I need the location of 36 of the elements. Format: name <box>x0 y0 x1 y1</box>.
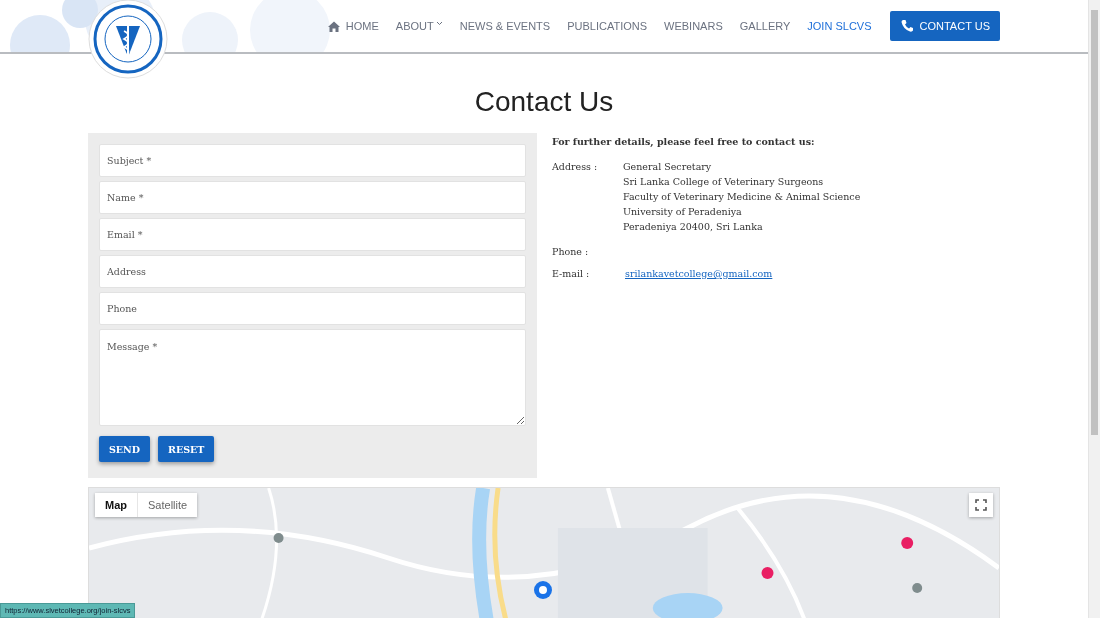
nav-link[interactable]: NEWS & EVENTS <box>459 20 551 32</box>
input-field[interactable]: Address <box>99 255 526 288</box>
fullscreen-button[interactable] <box>969 493 993 517</box>
map-type-tab[interactable]: Satellite <box>137 493 198 517</box>
scrollbar-thumb[interactable] <box>1091 10 1098 435</box>
page-title: Contact Us <box>473 86 615 118</box>
input-field[interactable]: Name * <box>99 181 526 214</box>
field-label: Address : <box>552 161 599 174</box>
address-line: Sri Lanka College of Veterinary Surgeons <box>623 176 825 187</box>
send-button[interactable]: SEND <box>99 436 151 462</box>
field-label: Phone : <box>552 246 590 258</box>
contact-button[interactable]: CONTACT US <box>889 11 1000 41</box>
phone-icon <box>899 19 914 33</box>
nav-link[interactable]: ABOUT <box>395 20 443 32</box>
input-field[interactable]: Phone <box>99 292 526 325</box>
address-line: Faculty of Veterinary Medicine & Animal Science <box>623 191 861 202</box>
nav-link[interactable]: HOME <box>326 19 379 33</box>
nav-link[interactable]: GALLERY <box>739 20 791 32</box>
caret-icon <box>435 20 443 26</box>
nav-link[interactable]: JOIN SLCVS <box>807 20 872 32</box>
address-line: General Secretary <box>623 161 713 172</box>
message-field[interactable]: Message * <box>99 329 526 426</box>
nav-link[interactable]: WEBINARS <box>664 20 723 32</box>
address-line: Peradeniya 20400, Sri Lanka <box>623 221 764 232</box>
address-line: University of Peradeniya <box>623 206 743 217</box>
intro-text: For further details, please feel free to contact us: <box>552 136 816 147</box>
field-label: E-mail : <box>552 268 591 280</box>
scrollbar[interactable] <box>1088 0 1100 618</box>
email-link[interactable]: srilankavetcollege@gmail.com <box>625 268 773 279</box>
reset-button[interactable]: RESET <box>158 436 215 462</box>
home-icon <box>326 19 341 33</box>
nav-link[interactable]: PUBLICATIONS <box>567 20 648 32</box>
input-field[interactable]: Subject * <box>99 144 526 177</box>
fullscreen-icon <box>975 499 987 511</box>
input-field[interactable]: Email * <box>99 218 526 251</box>
map-type-tab[interactable]: Map <box>95 493 137 517</box>
